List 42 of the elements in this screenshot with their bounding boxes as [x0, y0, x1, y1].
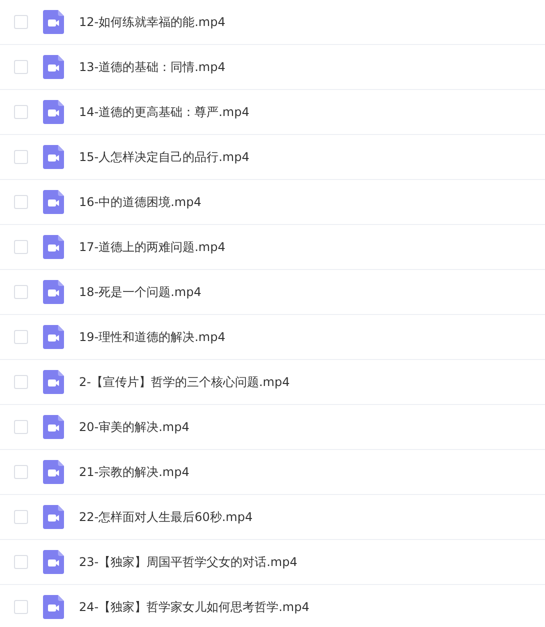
- video-file-icon: [43, 280, 64, 304]
- file-name[interactable]: 22-怎样面对人生最后60秒.mp4: [79, 508, 253, 526]
- file-name[interactable]: 15-人怎样决定自己的品行.mp4: [79, 148, 250, 166]
- video-file-icon: [43, 190, 64, 214]
- checkbox[interactable]: [14, 15, 28, 29]
- file-name[interactable]: 12-如何练就幸福的能.mp4: [79, 14, 226, 30]
- file-name[interactable]: 18-死是一个问题.mp4: [79, 284, 202, 300]
- file-name[interactable]: 14-道德的更高基础：尊严.mp4: [79, 104, 250, 120]
- file-name[interactable]: 2-【宣传片】哲学的三个核心问题.mp4: [79, 374, 290, 390]
- checkbox[interactable]: [14, 510, 28, 524]
- file-name[interactable]: 16-中的道德困境.mp4: [79, 194, 202, 210]
- video-file-icon: [43, 145, 64, 169]
- checkbox[interactable]: [14, 60, 28, 74]
- video-file-icon: [43, 505, 64, 529]
- file-name[interactable]: 17-道德上的两难问题.mp4: [79, 238, 226, 256]
- video-file-icon: [43, 55, 64, 79]
- checkbox[interactable]: [14, 465, 28, 479]
- file-name[interactable]: 21-宗教的解决.mp4: [79, 464, 190, 480]
- video-file-icon: [43, 460, 64, 484]
- file-name[interactable]: 23-【独家】周国平哲学父女的对话.mp4: [79, 554, 298, 570]
- checkbox[interactable]: [14, 285, 28, 299]
- file-name[interactable]: 13-道德的基础：同情.mp4: [79, 58, 226, 76]
- file-name[interactable]: 20-审美的解决.mp4: [79, 418, 190, 436]
- checkbox[interactable]: [14, 240, 28, 254]
- video-file-icon: [43, 550, 64, 574]
- video-file-icon: [43, 100, 64, 124]
- video-file-icon: [43, 325, 64, 349]
- video-file-icon: [43, 370, 64, 394]
- checkbox[interactable]: [14, 195, 28, 209]
- checkbox[interactable]: [14, 555, 28, 569]
- video-file-icon: [43, 10, 64, 34]
- video-file-icon: [43, 415, 64, 439]
- video-file-icon: [43, 595, 64, 619]
- file-name[interactable]: 24-【独家】哲学家女儿如何思考哲学.mp4: [79, 598, 310, 616]
- checkbox[interactable]: [14, 375, 28, 389]
- file-name[interactable]: 19-理性和道德的解决.mp4: [79, 328, 226, 346]
- checkbox[interactable]: [14, 330, 28, 344]
- checkbox[interactable]: [14, 150, 28, 164]
- checkbox[interactable]: [14, 420, 28, 434]
- checkbox[interactable]: [14, 105, 28, 119]
- checkbox[interactable]: [14, 600, 28, 614]
- video-file-icon: [43, 235, 64, 259]
